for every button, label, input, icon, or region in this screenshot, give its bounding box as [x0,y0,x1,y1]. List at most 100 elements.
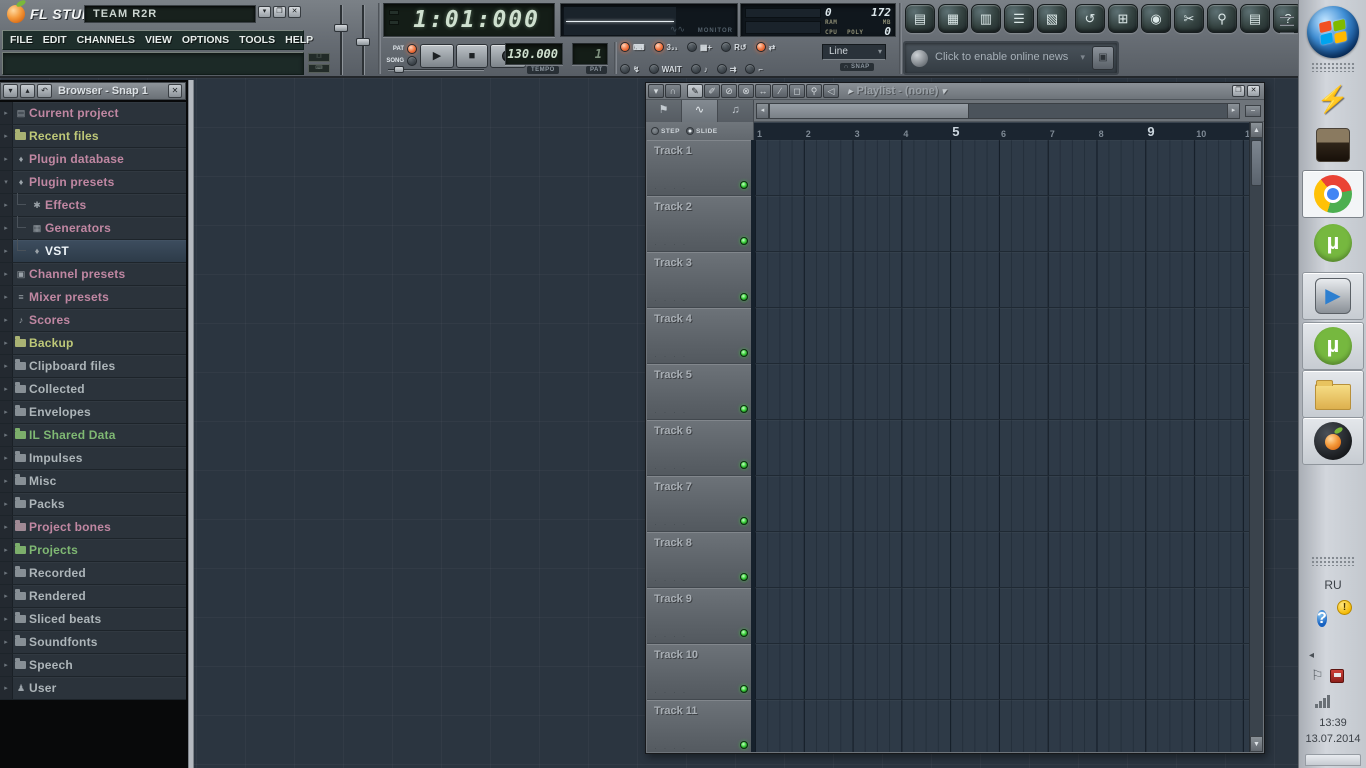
expand-arrow-icon[interactable]: ▸ [0,194,13,216]
browser-item-recorded[interactable]: ▸Recorded [0,562,186,585]
language-indicator[interactable]: RU [1299,578,1366,592]
track-enable-led[interactable] [740,573,748,581]
overdub-toggle-led[interactable] [717,64,727,74]
save-new-version-button[interactable]: ⊞ [1108,4,1138,33]
mute-tool[interactable]: ⊗ [738,84,754,98]
browser-item-user[interactable]: ▸♟User [0,677,186,700]
select-tool[interactable]: ◻ [789,84,805,98]
pat-mode[interactable]: PAT [383,43,417,55]
track-header-9[interactable]: Track 9· · · · [647,588,751,644]
rollup-button[interactable]: ▾ [258,6,271,18]
expand-arrow-icon[interactable]: ▸ [0,562,13,584]
maximize-button[interactable]: ❐ [273,6,286,18]
mixer-button[interactable]: ▧ [1037,4,1067,33]
expand-arrow-icon[interactable]: ▸ [0,631,13,653]
track-header-2[interactable]: Track 2· · · · [647,196,751,252]
hscroll-left-arrow[interactable]: ◂ [756,103,769,119]
countdown-toggle-led[interactable] [654,42,664,52]
online-news-bar[interactable]: Click to enable online news ▾ ▣ [903,41,1119,75]
playlist-lane-2[interactable] [755,196,1249,252]
browser-title[interactable]: Browser - Snap 1 [52,85,168,97]
browser-up-button[interactable]: ▴ [20,84,35,98]
browser-item-projects[interactable]: ▸Projects [0,539,186,562]
playlist-title[interactable]: ▸Playlist - (none) ▾ [840,85,1232,97]
wait-for-input-toggle-led[interactable] [649,64,659,74]
expand-arrow-icon[interactable]: ▸ [0,539,13,561]
browser-back-button[interactable]: ↶ [37,84,52,98]
playlist-lane-8[interactable] [755,532,1249,588]
song-led[interactable] [407,56,417,66]
playlist-ruler[interactable]: 1234567891011 [754,122,1249,140]
track-header-11[interactable]: Track 11· · · · [647,700,751,752]
menu-tools[interactable]: TOOLS [234,34,280,46]
track-header-3[interactable]: Track 3· · · · [647,252,751,308]
metronome-toggle-led[interactable] [620,64,630,74]
expand-arrow-icon[interactable]: ▸ [0,447,13,469]
expand-arrow-icon[interactable]: ▸ [0,102,13,124]
playlist-maximize-button[interactable]: ❐ [1232,85,1245,97]
wait-for-input-toggle[interactable]: WAIT [649,64,682,74]
browser-close-button[interactable]: ✕ [168,84,182,98]
menu-file[interactable]: FILE [5,34,38,46]
browser-item-mixer-presets[interactable]: ▸≡Mixer presets [0,286,186,309]
browser-item-plugin-database[interactable]: ▸♦Plugin database [0,148,186,171]
browser-item-soundfonts[interactable]: ▸Soundfonts [0,631,186,654]
browser-item-sliced-beats[interactable]: ▸Sliced beats [0,608,186,631]
browser-item-clipboard-files[interactable]: ▸Clipboard files [0,355,186,378]
menu-edit[interactable]: EDIT [38,34,72,46]
pattern-display[interactable]: 1 [572,43,608,65]
slide-radio[interactable]: SLIDE [686,127,718,135]
track-enable-led[interactable] [740,237,748,245]
vscroll-track[interactable] [1250,188,1263,736]
expand-arrow-icon[interactable]: ▸ [0,332,13,354]
expand-arrow-icon[interactable]: ▸ [0,493,13,515]
playlist-vscrollbar[interactable]: ▲ ▼ [1249,122,1263,752]
expand-arrow-icon[interactable]: ▸ [0,677,13,699]
hscroll-right-arrow[interactable]: ▸ [1227,103,1240,119]
loop-record-toggle[interactable]: R↺ [721,42,746,52]
playlist-lane-1[interactable] [755,140,1249,196]
browser-item-rendered[interactable]: ▸Rendered [0,585,186,608]
browser-collapse-button[interactable]: ▾ [3,84,18,98]
browser-item-impulses[interactable]: ▸Impulses [0,447,186,470]
track-enable-led[interactable] [740,293,748,301]
step-radio[interactable]: STEP [651,127,680,135]
paint-tool[interactable]: ✐ [704,84,720,98]
start-button[interactable] [1299,6,1366,58]
time-mode-led-2[interactable] [389,20,399,25]
delete-tool[interactable]: ⊘ [721,84,737,98]
playlist-zoom-out-button[interactable]: − [1245,105,1261,117]
playlist-menu-button[interactable]: ▾ [648,84,664,98]
punch-toggle[interactable]: ⌐ [745,64,763,74]
track-enable-led[interactable] [740,629,748,637]
track-header-4[interactable]: Track 4· · · · [647,308,751,364]
snap-selector[interactable]: Line▾ [822,44,886,60]
playlist-lane-7[interactable] [755,476,1249,532]
play-button[interactable]: ▶ [420,44,454,68]
step-edit-toggle[interactable]: ⇄ [756,42,776,52]
undo-button[interactable]: ↺ [1075,4,1105,33]
taskbar-date[interactable]: 13.07.2014 [1299,733,1366,745]
stop-button[interactable]: ■ [456,44,488,68]
expand-arrow-icon[interactable]: ▸ [0,217,13,239]
snap-magnet-button[interactable]: ∩ [665,84,681,98]
playlist-lane-4[interactable] [755,308,1249,364]
expand-arrow-icon[interactable]: ▸ [0,470,13,492]
playlist-close-button[interactable]: ✕ [1247,85,1260,97]
zoom-tool[interactable]: ⚲ [806,84,822,98]
playlist-button[interactable]: ▤ [905,4,935,33]
zoom-tool-button[interactable]: ⚲ [1207,4,1237,33]
track-enable-led[interactable] [740,685,748,693]
chrome-button[interactable] [1302,170,1364,218]
draw-tool[interactable]: ✎ [687,84,703,98]
browser-item-scores[interactable]: ▸♪Scores [0,309,186,332]
playlist-lane-6[interactable] [755,420,1249,476]
expand-arrow-icon[interactable]: ▸ [0,654,13,676]
main-volume-slider[interactable] [334,5,348,75]
browser-item-channel-presets[interactable]: ▸▣Channel presets [0,263,186,286]
media-player-button[interactable]: ▶ [1302,272,1364,320]
tab-audio-tracks[interactable]: ♫ [718,100,754,122]
menu-channels[interactable]: CHANNELS [72,34,140,46]
typing-keyboard-toggle-led[interactable] [620,42,630,52]
expand-arrow-icon[interactable]: ▸ [0,378,13,400]
